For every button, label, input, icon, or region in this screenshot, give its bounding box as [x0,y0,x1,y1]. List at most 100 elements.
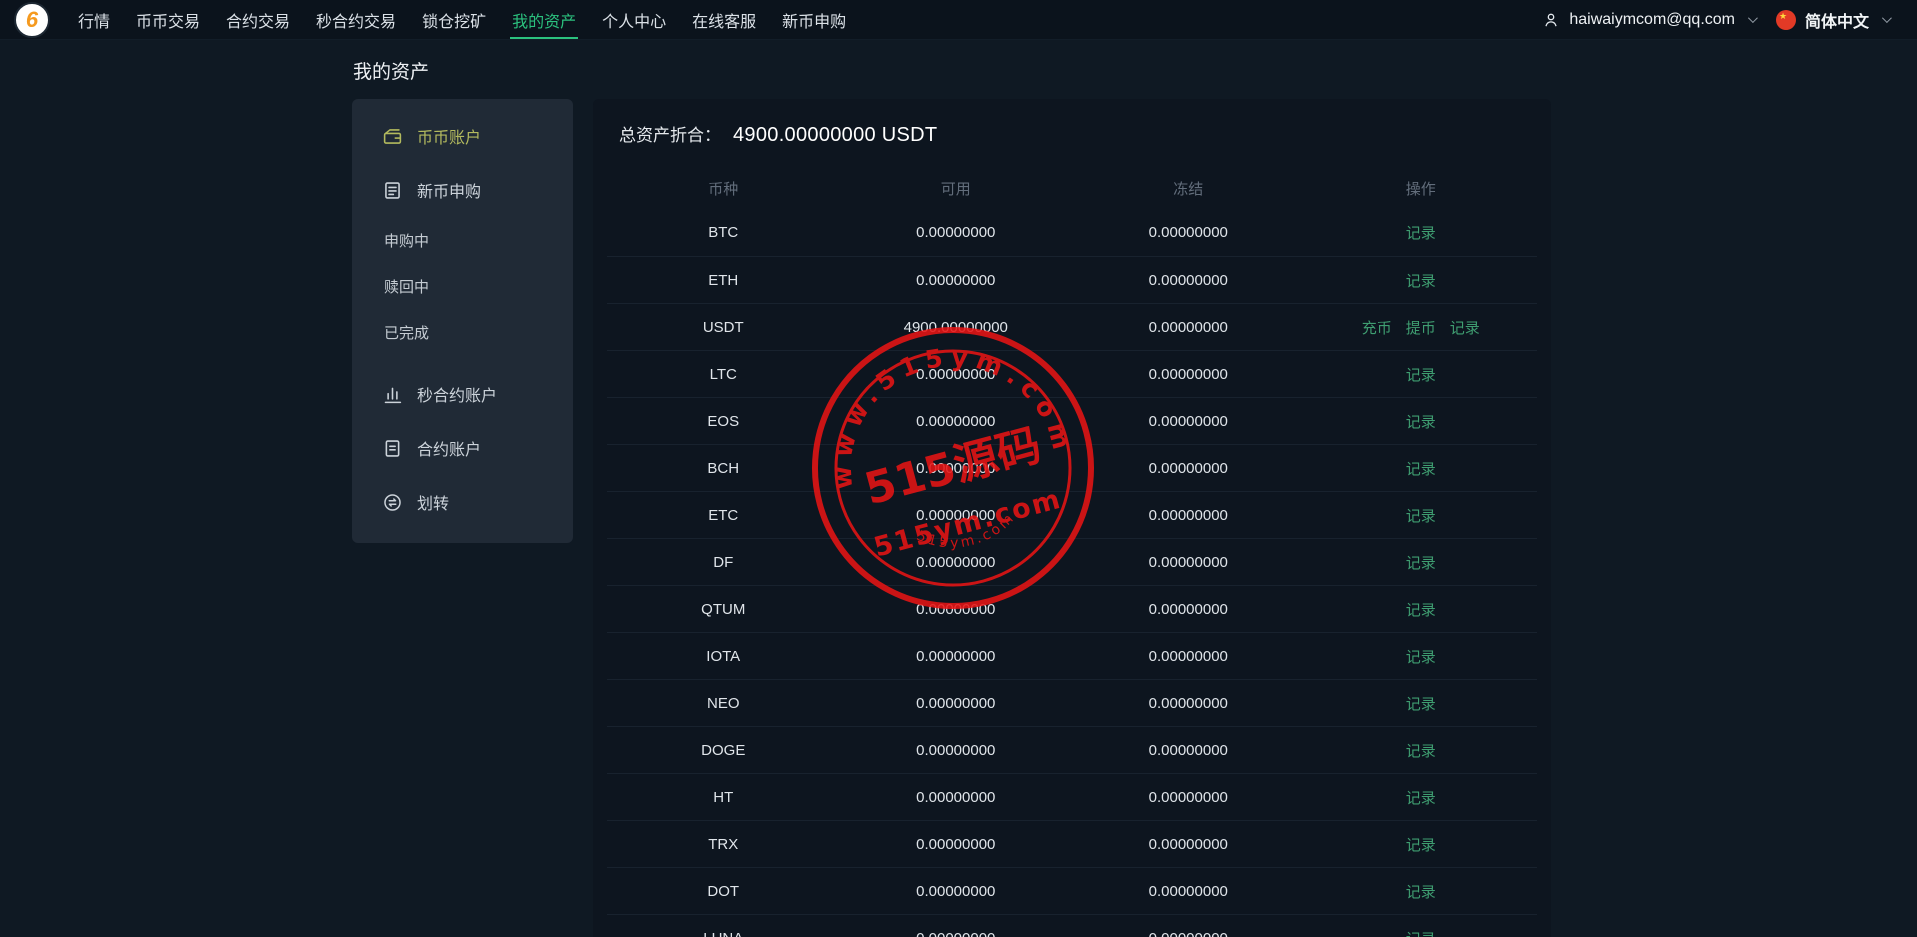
records-link[interactable]: 记录 [1406,740,1436,761]
records-link[interactable]: 记录 [1406,787,1436,808]
table-row: LTC0.000000000.00000000记录 [607,350,1537,397]
wallet-icon [382,126,403,147]
records-link[interactable]: 记录 [1406,881,1436,902]
records-link[interactable]: 记录 [1406,834,1436,855]
records-link[interactable]: 记录 [1406,222,1436,243]
nav-item-3[interactable]: 合约交易 [224,0,292,39]
available-balance: 0.00000000 [840,507,1073,524]
coin-name: LUNA [607,930,840,937]
row-actions: 充币提币记录 [1305,317,1538,338]
nav-item-7[interactable]: 个人中心 [600,0,668,39]
records-link[interactable]: 记录 [1406,458,1436,479]
available-balance: 0.00000000 [840,883,1073,900]
chevron-down-icon[interactable] [1882,13,1892,23]
coin-name: LTC [607,366,840,383]
frozen-balance: 0.00000000 [1072,601,1305,618]
available-balance: 0.00000000 [840,601,1073,618]
table-row: HT0.000000000.00000000记录 [607,773,1537,820]
nav-item-6[interactable]: 我的资产 [510,0,578,39]
assets-panel: 总资产折合： 4900.00000000 USDT 币种可用冻结操作 BTC0.… [593,99,1551,937]
row-actions: 记录 [1305,693,1538,714]
frozen-balance: 0.00000000 [1072,319,1305,336]
sidebar-subitem-5[interactable]: 已完成 [352,309,573,355]
column-header: 币种 [607,178,840,199]
coin-name: DF [607,554,840,571]
records-link[interactable]: 记录 [1406,646,1436,667]
frozen-balance: 0.00000000 [1072,366,1305,383]
table-row: LUNA0.000000000.00000000记录 [607,914,1537,937]
row-actions: 记录 [1305,646,1538,667]
available-balance: 0.00000000 [840,413,1073,430]
frozen-balance: 0.00000000 [1072,413,1305,430]
chevron-down-icon[interactable] [1748,13,1758,23]
records-link[interactable]: 记录 [1406,411,1436,432]
sidebar-item-2[interactable]: 新币申购 [352,163,573,217]
row-actions: 记录 [1305,411,1538,432]
withdraw-link[interactable]: 提币 [1406,317,1436,338]
language-selector[interactable]: 简体中文 [1805,8,1869,32]
records-link[interactable]: 记录 [1406,270,1436,291]
sidebar-item-label: 合约账户 [417,436,481,460]
row-actions: 记录 [1305,881,1538,902]
sidebar-item-8[interactable]: 划转 [352,475,573,529]
table-row: ETH0.000000000.00000000记录 [607,256,1537,303]
available-balance: 0.00000000 [840,930,1073,937]
nav-item-4[interactable]: 秒合约交易 [314,0,398,39]
sidebar-subitem-4[interactable]: 赎回中 [352,263,573,309]
records-link[interactable]: 记录 [1406,364,1436,385]
nav-item-8[interactable]: 在线客服 [690,0,758,39]
user-email[interactable]: haiwaiymcom@qq.com [1569,11,1735,29]
sidebar-item-7[interactable]: 合约账户 [352,421,573,475]
nav-item-9[interactable]: 新币申购 [780,0,848,39]
row-actions: 记录 [1305,222,1538,243]
records-link[interactable]: 记录 [1450,317,1480,338]
coin-name: BCH [607,460,840,477]
sidebar-subitem-3[interactable]: 申购中 [352,217,573,263]
frozen-balance: 0.00000000 [1072,224,1305,241]
coin-name: DOT [607,883,840,900]
deposit-link[interactable]: 充币 [1362,317,1392,338]
sidebar-item-1[interactable]: 币币账户 [352,109,573,163]
records-link[interactable]: 记录 [1406,693,1436,714]
available-balance: 0.00000000 [840,836,1073,853]
sidebar-item-label: 币币账户 [417,124,481,148]
frozen-balance: 0.00000000 [1072,648,1305,665]
doc-lines-icon [382,180,403,201]
coin-name: ETC [607,507,840,524]
frozen-balance: 0.00000000 [1072,460,1305,477]
frozen-balance: 0.00000000 [1072,883,1305,900]
sidebar-item-label: 新币申购 [417,178,481,202]
coin-name: EOS [607,413,840,430]
table-row: BTC0.000000000.00000000记录 [607,209,1537,256]
chart-icon [382,384,403,405]
available-balance: 4900.00000000 [840,319,1073,336]
table-row: DF0.000000000.00000000记录 [607,538,1537,585]
row-actions: 记录 [1305,787,1538,808]
available-balance: 0.00000000 [840,648,1073,665]
transfer-icon [382,492,403,513]
table-row: EOS0.000000000.00000000记录 [607,397,1537,444]
table-row: NEO0.000000000.00000000记录 [607,679,1537,726]
available-balance: 0.00000000 [840,366,1073,383]
language-flag-icon[interactable] [1776,10,1796,30]
frozen-balance: 0.00000000 [1072,789,1305,806]
coin-name: BTC [607,224,840,241]
total-assets-value: 4900.00000000 USDT [733,124,937,147]
coin-name: HT [607,789,840,806]
row-actions: 记录 [1305,270,1538,291]
records-link[interactable]: 记录 [1406,505,1436,526]
sidebar-item-6[interactable]: 秒合约账户 [352,367,573,421]
frozen-balance: 0.00000000 [1072,836,1305,853]
coin-name: IOTA [607,648,840,665]
logo[interactable]: 6 [14,2,50,38]
nav-item-2[interactable]: 币币交易 [134,0,202,39]
coin-name: DOGE [607,742,840,759]
records-link[interactable]: 记录 [1406,552,1436,573]
nav-right: haiwaiymcom@qq.com 简体中文 [1542,0,1893,39]
nav-item-1[interactable]: 行情 [76,0,112,39]
sidebar-item-label: 划转 [417,490,449,514]
records-link[interactable]: 记录 [1406,599,1436,620]
total-assets-label: 总资产折合： [619,121,721,146]
nav-item-5[interactable]: 锁仓挖矿 [420,0,488,39]
records-link[interactable]: 记录 [1406,928,1436,937]
